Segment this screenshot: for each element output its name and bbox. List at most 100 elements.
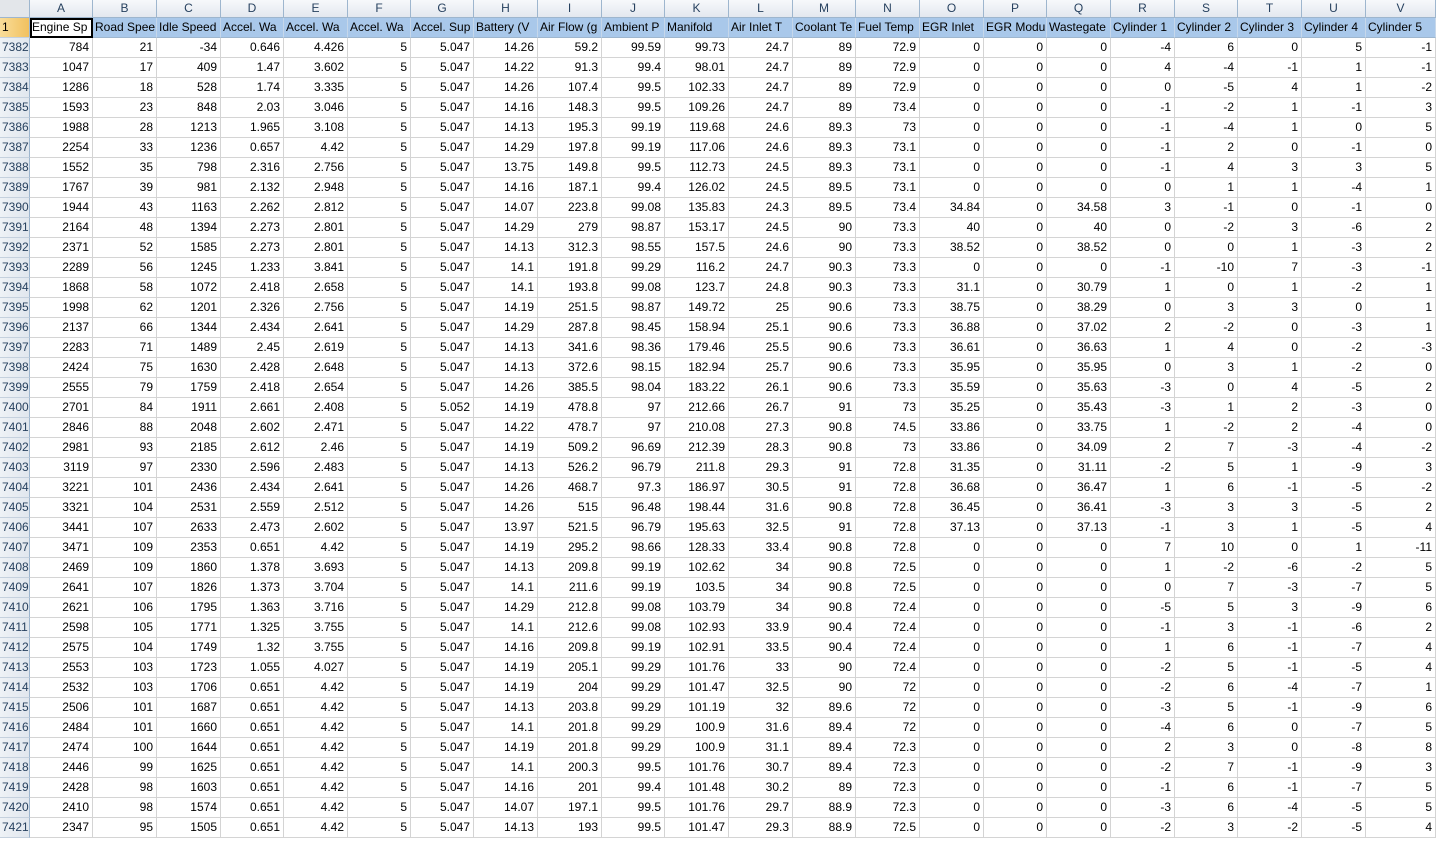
data-cell[interactable]: 101.76 xyxy=(665,658,729,678)
data-cell[interactable]: -9 xyxy=(1302,698,1366,718)
data-cell[interactable]: 0 xyxy=(1047,598,1111,618)
data-cell[interactable]: 0 xyxy=(920,118,984,138)
data-cell[interactable]: 4.42 xyxy=(284,758,348,778)
data-cell[interactable]: 72.8 xyxy=(856,518,920,538)
data-cell[interactable]: 149.72 xyxy=(665,298,729,318)
header-cell[interactable]: Accel. Wa xyxy=(221,18,284,38)
data-cell[interactable]: 5.047 xyxy=(411,718,474,738)
data-cell[interactable]: -2 xyxy=(1175,218,1238,238)
data-cell[interactable]: 126.02 xyxy=(665,178,729,198)
column-header-r[interactable]: R xyxy=(1111,0,1175,18)
column-header-a[interactable]: A xyxy=(30,0,93,18)
data-cell[interactable]: 4.42 xyxy=(284,718,348,738)
data-cell[interactable]: 95 xyxy=(93,818,157,838)
data-cell[interactable]: -3 xyxy=(1238,578,1302,598)
row-header[interactable]: 7384 xyxy=(0,78,30,98)
data-cell[interactable]: 2 xyxy=(1366,498,1436,518)
data-cell[interactable]: 2185 xyxy=(157,438,221,458)
data-cell[interactable]: 99.19 xyxy=(602,558,665,578)
row-header[interactable]: 7407 xyxy=(0,538,30,558)
data-cell[interactable]: 73 xyxy=(856,118,920,138)
column-header-t[interactable]: T xyxy=(1238,0,1302,18)
data-cell[interactable]: 5 xyxy=(348,678,411,698)
data-cell[interactable]: 103.79 xyxy=(665,598,729,618)
data-cell[interactable]: 32 xyxy=(729,698,793,718)
data-cell[interactable]: 97 xyxy=(93,458,157,478)
data-cell[interactable]: 0 xyxy=(984,818,1047,838)
data-cell[interactable]: -4 xyxy=(1302,178,1366,198)
data-cell[interactable]: 91.3 xyxy=(538,58,602,78)
data-cell[interactable]: 1767 xyxy=(30,178,93,198)
data-cell[interactable]: 74.5 xyxy=(856,418,920,438)
data-cell[interactable]: 0 xyxy=(984,338,1047,358)
data-cell[interactable]: 14.19 xyxy=(474,678,538,698)
data-cell[interactable]: 90.8 xyxy=(793,538,856,558)
data-cell[interactable]: 72.5 xyxy=(856,818,920,838)
data-cell[interactable]: 34 xyxy=(729,558,793,578)
data-cell[interactable]: 98.04 xyxy=(602,378,665,398)
data-cell[interactable]: 0 xyxy=(1238,318,1302,338)
data-cell[interactable]: 3.693 xyxy=(284,558,348,578)
row-header[interactable]: 7420 xyxy=(0,798,30,818)
data-cell[interactable]: 158.94 xyxy=(665,318,729,338)
data-cell[interactable]: 14.22 xyxy=(474,58,538,78)
data-cell[interactable]: 201 xyxy=(538,778,602,798)
data-cell[interactable]: -10 xyxy=(1175,258,1238,278)
data-cell[interactable]: 0 xyxy=(984,238,1047,258)
data-cell[interactable]: 98.87 xyxy=(602,218,665,238)
data-cell[interactable]: 0.651 xyxy=(221,798,284,818)
data-cell[interactable]: 36.63 xyxy=(1047,338,1111,358)
data-cell[interactable]: 4.42 xyxy=(284,778,348,798)
data-cell[interactable]: 14.13 xyxy=(474,358,538,378)
row-header[interactable]: 7388 xyxy=(0,158,30,178)
data-cell[interactable]: 14.13 xyxy=(474,818,538,838)
data-cell[interactable]: 2137 xyxy=(30,318,93,338)
data-cell[interactable]: 2.262 xyxy=(221,198,284,218)
data-cell[interactable]: 193.8 xyxy=(538,278,602,298)
data-cell[interactable]: 5 xyxy=(348,278,411,298)
data-cell[interactable]: 89 xyxy=(793,98,856,118)
data-cell[interactable]: 0 xyxy=(984,438,1047,458)
data-cell[interactable]: 5 xyxy=(348,798,411,818)
data-cell[interactable]: 2.316 xyxy=(221,158,284,178)
data-cell[interactable]: 73.3 xyxy=(856,238,920,258)
data-cell[interactable]: -3 xyxy=(1366,338,1436,358)
data-cell[interactable]: -1 xyxy=(1366,58,1436,78)
data-cell[interactable]: 0 xyxy=(984,558,1047,578)
data-cell[interactable]: 14.1 xyxy=(474,258,538,278)
data-cell[interactable]: 99.29 xyxy=(602,718,665,738)
data-cell[interactable]: 5.047 xyxy=(411,758,474,778)
data-cell[interactable]: 72.9 xyxy=(856,78,920,98)
data-cell[interactable]: 38.52 xyxy=(1047,238,1111,258)
data-cell[interactable]: 99.5 xyxy=(602,78,665,98)
data-cell[interactable]: 5 xyxy=(348,178,411,198)
data-cell[interactable]: 73.3 xyxy=(856,358,920,378)
data-cell[interactable]: 0 xyxy=(1302,298,1366,318)
data-cell[interactable]: 58 xyxy=(93,278,157,298)
data-cell[interactable]: 5 xyxy=(348,478,411,498)
data-cell[interactable]: -3 xyxy=(1111,378,1175,398)
data-cell[interactable]: 0 xyxy=(984,98,1047,118)
data-cell[interactable]: -5 xyxy=(1302,818,1366,838)
data-cell[interactable]: -1 xyxy=(1111,618,1175,638)
data-cell[interactable]: 96.79 xyxy=(602,518,665,538)
data-cell[interactable]: 98.36 xyxy=(602,338,665,358)
data-cell[interactable]: 14.1 xyxy=(474,758,538,778)
data-cell[interactable]: 0 xyxy=(920,618,984,638)
data-cell[interactable]: 35.25 xyxy=(920,398,984,418)
data-cell[interactable]: 5 xyxy=(348,398,411,418)
data-cell[interactable]: 1771 xyxy=(157,618,221,638)
data-cell[interactable]: 0 xyxy=(1238,738,1302,758)
data-cell[interactable]: -3 xyxy=(1238,438,1302,458)
data-cell[interactable]: 1603 xyxy=(157,778,221,798)
data-cell[interactable]: 5 xyxy=(348,658,411,678)
data-cell[interactable]: 468.7 xyxy=(538,478,602,498)
data-cell[interactable]: 2 xyxy=(1175,138,1238,158)
data-cell[interactable]: 3.335 xyxy=(284,78,348,98)
data-cell[interactable]: 1 xyxy=(1366,278,1436,298)
data-cell[interactable]: 0 xyxy=(1047,738,1111,758)
data-cell[interactable]: 5 xyxy=(348,638,411,658)
column-header-d[interactable]: D xyxy=(221,0,284,18)
data-cell[interactable]: 0 xyxy=(984,78,1047,98)
data-cell[interactable]: 2446 xyxy=(30,758,93,778)
